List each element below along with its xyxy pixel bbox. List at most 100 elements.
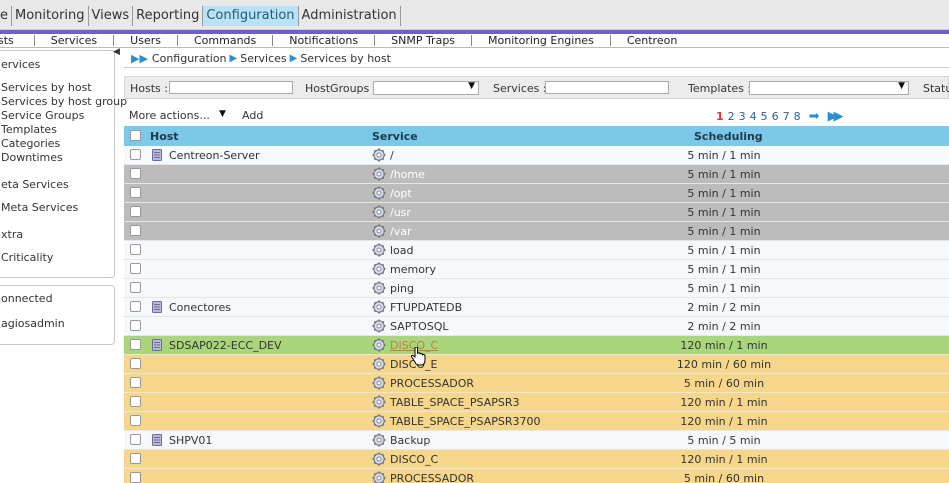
table-row[interactable]: memory 5 min / 1 min: [124, 260, 949, 279]
row-checkbox[interactable]: [130, 415, 141, 426]
sidebar-item-services-by-host-group[interactable]: Services by host group: [1, 95, 127, 108]
top-menu-item-e[interactable]: e: [0, 6, 12, 26]
table-row[interactable]: DISCO_C 120 min / 1 min: [124, 450, 949, 469]
sub-menu-item-commands[interactable]: Commands: [178, 35, 274, 46]
host-name[interactable]: Centreon-Server: [169, 149, 260, 162]
service-name[interactable]: PROCESSADOR: [390, 377, 474, 390]
hostgroups-select[interactable]: ▼: [373, 81, 479, 95]
user-name[interactable]: agiosadmin: [1, 317, 65, 330]
service-name[interactable]: /: [390, 149, 394, 162]
table-row[interactable]: Centreon-Server / 5 min / 1 min: [124, 146, 949, 165]
page-link-2[interactable]: 2: [728, 110, 735, 123]
row-checkbox[interactable]: [130, 263, 141, 274]
column-header-scheduling[interactable]: Scheduling: [694, 130, 763, 143]
select-all-checkbox[interactable]: [130, 130, 141, 141]
table-row[interactable]: DISCO_E 120 min / 60 min: [124, 355, 949, 374]
page-link-8[interactable]: 8: [794, 110, 801, 123]
service-name[interactable]: PROCESSADOR: [390, 472, 474, 483]
row-checkbox[interactable]: [130, 282, 141, 293]
top-menu-item-reporting[interactable]: Reporting: [133, 6, 204, 26]
row-checkbox[interactable]: [130, 225, 141, 236]
service-name[interactable]: /home: [390, 168, 425, 181]
table-row[interactable]: /home 5 min / 1 min: [124, 165, 949, 184]
sub-menu-item-services[interactable]: Services: [35, 35, 115, 46]
row-checkbox[interactable]: [130, 434, 141, 445]
service-name[interactable]: DISCO_C: [390, 453, 438, 466]
service-name[interactable]: /opt: [390, 187, 412, 200]
service-name[interactable]: SAPTOSQL: [390, 320, 449, 333]
row-checkbox[interactable]: [130, 377, 141, 388]
row-checkbox[interactable]: [130, 149, 141, 160]
services-filter-input[interactable]: [545, 81, 669, 94]
page-link-7[interactable]: 7: [783, 110, 790, 123]
sub-menu-item-monitoring-engines[interactable]: Monitoring Engines: [472, 35, 611, 46]
service-name[interactable]: FTUPDATEDB: [390, 301, 462, 314]
table-row[interactable]: Conectores FTUPDATEDB 2 min / 2 min: [124, 298, 949, 317]
sidebar-item-downtimes[interactable]: Downtimes: [1, 151, 63, 164]
table-row[interactable]: TABLE_SPACE_PSAPSR3 120 min / 1 min: [124, 393, 949, 412]
breadcrumb-services-by-host[interactable]: Services by host: [300, 52, 391, 65]
sub-menu-item-notifications[interactable]: Notifications: [273, 35, 376, 46]
row-checkbox[interactable]: [130, 244, 141, 255]
sidebar-item-services-by-host[interactable]: Services by host: [1, 81, 92, 94]
page-link-4[interactable]: 4: [750, 110, 757, 123]
host-name[interactable]: SDSAP022-ECC_DEV: [169, 339, 282, 352]
row-checkbox[interactable]: [130, 339, 141, 350]
last-page-icon[interactable]: ▶▶: [828, 109, 844, 124]
row-checkbox[interactable]: [130, 472, 141, 483]
sidebar-item-meta-services[interactable]: Meta Services: [1, 201, 78, 214]
column-header-service[interactable]: Service: [372, 130, 418, 143]
service-name[interactable]: memory: [390, 263, 436, 276]
top-menu-item-views[interactable]: Views: [89, 6, 134, 26]
sidebar-collapse-icon[interactable]: ◀: [113, 47, 120, 57]
table-row[interactable]: /var 5 min / 1 min: [124, 222, 949, 241]
service-name[interactable]: load: [390, 244, 414, 257]
row-checkbox[interactable]: [130, 187, 141, 198]
page-link-6[interactable]: 6: [772, 110, 779, 123]
sidebar-item-criticality[interactable]: Criticality: [1, 251, 53, 264]
row-checkbox[interactable]: [130, 320, 141, 331]
table-row[interactable]: SAPTOSQL 2 min / 2 min: [124, 317, 949, 336]
row-checkbox[interactable]: [130, 168, 141, 179]
service-name[interactable]: /usr: [390, 206, 411, 219]
service-name[interactable]: /var: [390, 225, 411, 238]
sidebar-item-categories[interactable]: Categories: [1, 137, 60, 150]
table-row[interactable]: PROCESSADOR 5 min / 60 min: [124, 374, 949, 393]
table-row[interactable]: SDSAP022-ECC_DEV DISCO_C 120 min / 1 min: [124, 336, 949, 355]
row-checkbox[interactable]: [130, 453, 141, 464]
next-page-icon[interactable]: ➡: [809, 109, 820, 124]
table-row[interactable]: ping 5 min / 1 min: [124, 279, 949, 298]
sub-menu-item-sts[interactable]: sts: [0, 35, 35, 46]
service-name[interactable]: ping: [390, 282, 414, 295]
sub-menu-item-users[interactable]: Users: [114, 35, 178, 46]
templates-select[interactable]: ▼: [749, 81, 909, 95]
table-row[interactable]: load 5 min / 1 min: [124, 241, 949, 260]
page-link-1[interactable]: 1: [716, 110, 724, 123]
top-menu-item-administration[interactable]: Administration: [299, 6, 401, 26]
row-checkbox[interactable]: [130, 301, 141, 312]
service-name[interactable]: TABLE_SPACE_PSAPSR3700: [390, 415, 541, 428]
sidebar-item-templates[interactable]: Templates: [1, 123, 57, 136]
top-menu-item-monitoring[interactable]: Monitoring: [12, 6, 89, 26]
table-row[interactable]: TABLE_SPACE_PSAPSR3700 120 min / 1 min: [124, 412, 949, 431]
more-actions-select[interactable]: More actions...: [129, 109, 210, 122]
breadcrumb-services[interactable]: Services: [240, 52, 286, 65]
add-button[interactable]: Add: [242, 109, 263, 122]
row-checkbox[interactable]: [130, 396, 141, 407]
host-name[interactable]: SHPV01: [169, 434, 212, 447]
host-name[interactable]: Conectores: [169, 301, 231, 314]
table-row[interactable]: PROCESSADOR 5 min / 60 min: [124, 469, 949, 483]
table-row[interactable]: SHPV01 Backup 5 min / 5 min: [124, 431, 949, 450]
row-checkbox[interactable]: [130, 358, 141, 369]
chevron-down-icon[interactable]: ▼: [219, 109, 226, 119]
table-row[interactable]: /usr 5 min / 1 min: [124, 203, 949, 222]
hosts-filter-input[interactable]: [169, 81, 293, 94]
sidebar-item-service-groups[interactable]: Service Groups: [1, 109, 84, 122]
table-row[interactable]: /opt 5 min / 1 min: [124, 184, 949, 203]
sub-menu-item-snmp-traps[interactable]: SNMP Traps: [375, 35, 473, 46]
service-name[interactable]: Backup: [390, 434, 430, 447]
service-name[interactable]: TABLE_SPACE_PSAPSR3: [390, 396, 520, 409]
page-link-3[interactable]: 3: [739, 110, 746, 123]
row-checkbox[interactable]: [130, 206, 141, 217]
breadcrumb-configuration[interactable]: Configuration: [152, 52, 227, 65]
